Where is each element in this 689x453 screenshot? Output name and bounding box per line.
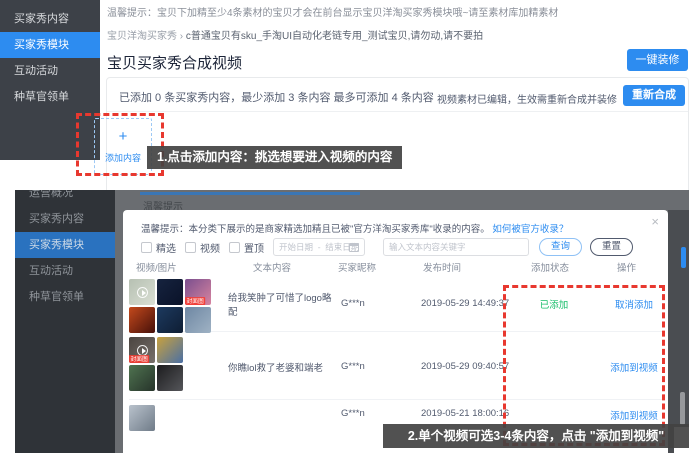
col-action: 操作 <box>617 260 636 274</box>
thumbnail-image[interactable] <box>185 307 211 333</box>
checkbox-featured-label: 精选 <box>156 240 176 255</box>
recompose-button[interactable]: 重新合成 <box>623 85 685 106</box>
checkbox-pinned-label: 置顶 <box>244 240 264 255</box>
media-thumbnails <box>129 405 155 431</box>
play-icon <box>137 287 148 298</box>
thumbnail-image[interactable] <box>157 279 183 305</box>
table-header: 视频/图片 文本内容 买家昵称 发布时间 添加状态 操作 <box>123 258 668 276</box>
thumbnail-image[interactable] <box>129 279 155 305</box>
thumbnail-image[interactable] <box>129 405 155 431</box>
sidebar2-item-content[interactable]: 买家秀内容 <box>15 206 115 232</box>
thumbnail-image[interactable] <box>157 337 183 363</box>
calendar-icon[interactable] <box>349 243 359 252</box>
close-icon[interactable]: × <box>651 214 659 229</box>
sidebar2-item-grass[interactable]: 种草官领单 <box>15 284 115 310</box>
checkbox-pinned[interactable]: 置顶 <box>229 240 264 255</box>
breadcrumb-separator: › <box>180 31 183 42</box>
background-tab-underline <box>140 192 360 195</box>
annotation-step-2: 2.单个视频可选3-4条内容，点击 "添加到视频" <box>383 424 689 448</box>
background-sidebar: 运营概况 买家秀内容 买家秀模块 互动活动 种草官领单 <box>15 160 115 453</box>
sidebar-item-module[interactable]: 买家秀模块 <box>0 32 100 58</box>
cell-nick: G***n <box>341 334 411 399</box>
media-thumbnails: 封面图 <box>129 337 183 391</box>
checkbox-featured[interactable]: 精选 <box>141 240 176 255</box>
cell-nick: G***n <box>341 276 411 331</box>
query-button[interactable]: 查询 <box>539 238 582 256</box>
sidebar2-item-module[interactable]: 买家秀模块 <box>15 232 115 258</box>
sidebar-item-content[interactable]: 买家秀内容 <box>0 6 100 32</box>
page-tip: 温馨提示：宝贝下加精至少4条素材的宝贝才会在前台显示宝贝洋淘买家秀模块哦~请至素… <box>107 4 558 19</box>
annotation-highlight-box-2 <box>503 285 665 446</box>
sidebar-item-activity[interactable]: 互动活动 <box>0 58 100 84</box>
col-text: 文本内容 <box>253 260 291 274</box>
media-thumbnails: 封面图 <box>129 279 211 333</box>
top-page: 买家秀内容 买家秀模块 互动活动 种草官领单 温馨提示：宝贝下加精至少4条素材的… <box>0 0 689 190</box>
annotation-step-1: 1.点击添加内容：挑选想要进入视频的内容 <box>147 146 402 169</box>
scrollbar-thumb-gray[interactable] <box>680 392 685 425</box>
breadcrumb-current: c普通宝贝有sku_手淘UI自动化老链专用_测试宝贝,请勿动,请不要拍 <box>186 31 483 42</box>
thumbnail-image[interactable] <box>129 365 155 391</box>
col-status: 添加状态 <box>531 260 569 274</box>
play-icon <box>137 345 148 356</box>
thumbnail-image[interactable]: 封面图 <box>129 337 155 363</box>
checkbox-icon[interactable] <box>229 242 240 253</box>
official-collect-link[interactable]: 如何被官方收录？ <box>492 224 568 235</box>
panel-divider <box>107 111 688 112</box>
modal-tip-text: 温馨提示：本分类下展示的是商家精选加精且已被"官方洋淘买家秀库"收录的内容。 <box>141 224 490 235</box>
sidebar-item-grass[interactable]: 种草官领单 <box>0 84 100 110</box>
modal-tip: 温馨提示：本分类下展示的是商家精选加精且已被"官方洋淘买家秀库"收录的内容。 如… <box>141 221 568 235</box>
cell-text: 给我笑肿了可惜了logo略配 <box>228 276 338 331</box>
col-media: 视频/图片 <box>136 260 177 274</box>
scrollbar-thumb-blue[interactable] <box>681 247 686 268</box>
breadcrumb: 宝贝洋淘买家秀 › c普通宝贝有sku_手淘UI自动化老链专用_测试宝贝,请勿动… <box>107 27 483 42</box>
col-nick: 买家昵称 <box>338 260 376 274</box>
search-input[interactable] <box>383 238 529 256</box>
added-summary: 已添加 0 条买家秀内容，最少添加 3 条内容 最多可添加 4 条内容 <box>119 89 434 105</box>
video-status-text: 视频素材已编辑，生效需重新合成并装修 <box>402 91 617 106</box>
thumbnail-image[interactable] <box>157 365 183 391</box>
cover-badge: 封面图 <box>185 297 205 305</box>
thumbnail-image[interactable] <box>157 307 183 333</box>
page-title: 宝贝买家秀合成视频 <box>107 52 242 73</box>
breadcrumb-root[interactable]: 宝贝洋淘买家秀 <box>107 31 177 42</box>
thumbnail-image[interactable]: 封面图 <box>185 279 211 305</box>
cover-badge: 封面图 <box>129 355 149 363</box>
reset-button[interactable]: 重置 <box>590 238 633 256</box>
sidebar2-item-activity[interactable]: 互动活动 <box>15 258 115 284</box>
cell-text: 你瞧lol救了老婆和端老 <box>228 334 338 399</box>
one-key-decorate-button[interactable]: 一键装修 <box>627 49 688 71</box>
col-time: 发布时间 <box>423 260 461 274</box>
thumbnail-image[interactable] <box>129 307 155 333</box>
checkbox-icon[interactable] <box>141 242 152 253</box>
checkbox-icon[interactable] <box>185 242 196 253</box>
compose-video-panel: 已添加 0 条买家秀内容，最少添加 3 条内容 最多可添加 4 条内容 视频素材… <box>106 77 689 190</box>
checkbox-video[interactable]: 视频 <box>185 240 220 255</box>
content-picker-modal: × 温馨提示：本分类下展示的是商家精选加精且已被"官方洋淘买家秀库"收录的内容。… <box>123 210 668 453</box>
filter-bar: 精选 视频 置顶 查询 重置 <box>141 238 633 256</box>
checkbox-video-label: 视频 <box>200 240 220 255</box>
